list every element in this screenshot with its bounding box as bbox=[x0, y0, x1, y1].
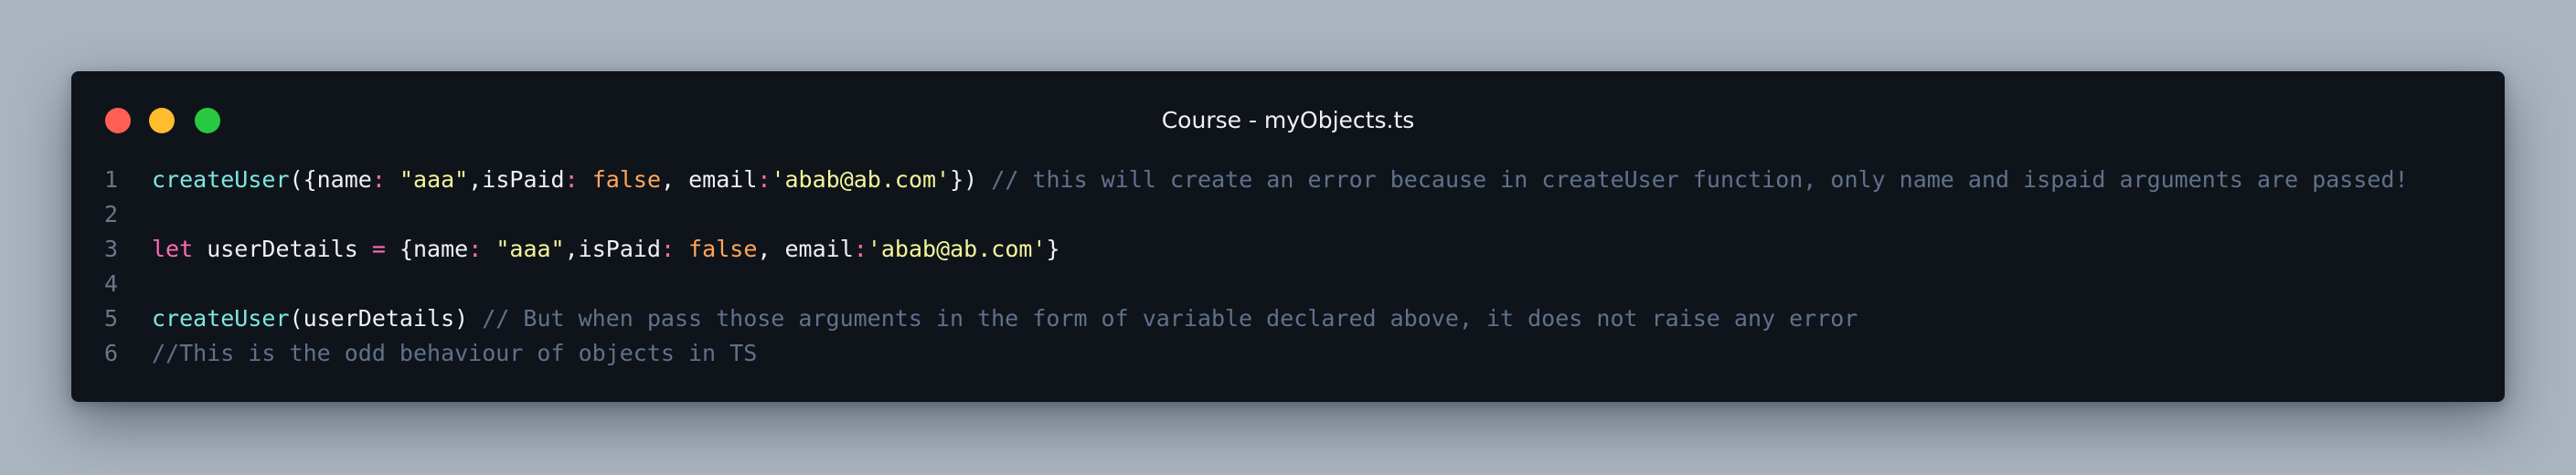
code-token: email bbox=[784, 236, 854, 262]
code-token: , bbox=[564, 236, 579, 262]
line-number: 4 bbox=[104, 270, 119, 297]
code-token: false bbox=[688, 236, 758, 262]
line-content: let userDetails = {name: "aaa",isPaid: f… bbox=[152, 232, 1060, 267]
line-number: 1 bbox=[104, 166, 119, 193]
code-token: "aaa" bbox=[399, 166, 469, 193]
code-token: false bbox=[591, 166, 661, 193]
code-token: name bbox=[316, 166, 372, 193]
line-number: 2 bbox=[104, 201, 119, 227]
code-token: : bbox=[468, 236, 483, 262]
line-number: 3 bbox=[104, 236, 119, 262]
code-editor[interactable]: 1 createUser({name: "aaa",isPaid: false, … bbox=[71, 163, 2505, 371]
code-token: (userDetails) bbox=[289, 305, 483, 332]
code-token: : bbox=[564, 166, 579, 193]
code-token: : bbox=[371, 166, 386, 193]
line-number: 6 bbox=[104, 340, 119, 366]
code-token: "aaa" bbox=[495, 236, 565, 262]
code-token: }) bbox=[950, 166, 992, 193]
code-token: 'abab@ab.com' bbox=[771, 166, 951, 193]
code-window: Course - myObjects.ts 1 createUser({name:… bbox=[71, 71, 2505, 402]
code-token: userDetails bbox=[193, 236, 372, 262]
code-token: // this will create an error because in … bbox=[991, 166, 2409, 193]
code-token: ({ bbox=[289, 166, 317, 193]
code-token: , bbox=[757, 236, 785, 262]
code-token: : bbox=[660, 236, 676, 262]
code-token: isPaid bbox=[482, 166, 565, 193]
line-content: createUser({name: "aaa",isPaid: false, e… bbox=[152, 163, 2409, 197]
code-token: 'abab@ab.com' bbox=[867, 236, 1047, 262]
code-line[interactable]: 3 let userDetails = {name: "aaa",isPaid: … bbox=[71, 232, 2505, 267]
window-title: Course - myObjects.ts bbox=[1161, 107, 1415, 133]
code-line[interactable]: 5 createUser(userDetails) // But when pas… bbox=[71, 301, 2505, 336]
code-token: // But when pass those arguments in the … bbox=[482, 305, 1858, 332]
code-token: : bbox=[757, 166, 772, 193]
code-line[interactable]: 1 createUser({name: "aaa",isPaid: false, … bbox=[71, 163, 2505, 197]
code-token: isPaid bbox=[578, 236, 661, 262]
code-line[interactable]: 2 bbox=[71, 197, 2505, 232]
code-token: { bbox=[385, 236, 413, 262]
code-token: } bbox=[1046, 236, 1060, 262]
line-content: createUser(userDetails) // But when pass… bbox=[152, 301, 1857, 336]
code-token: email bbox=[688, 166, 758, 193]
code-token: createUser bbox=[152, 305, 290, 332]
title-bar: Course - myObjects.ts bbox=[71, 71, 2505, 163]
code-line[interactable]: 4 bbox=[71, 267, 2505, 301]
code-token: , bbox=[661, 166, 689, 193]
code-token: //This is the odd behaviour of objects i… bbox=[152, 340, 758, 366]
code-token: : bbox=[853, 236, 868, 262]
code-token: = bbox=[371, 236, 386, 262]
code-token: let bbox=[152, 236, 194, 262]
line-content: //This is the odd behaviour of objects i… bbox=[152, 336, 757, 371]
line-number: 5 bbox=[104, 305, 119, 332]
code-token: createUser bbox=[152, 166, 290, 193]
code-line[interactable]: 6 //This is the odd behaviour of objects … bbox=[71, 336, 2505, 371]
code-token: name bbox=[413, 236, 469, 262]
code-token: , bbox=[468, 166, 483, 193]
